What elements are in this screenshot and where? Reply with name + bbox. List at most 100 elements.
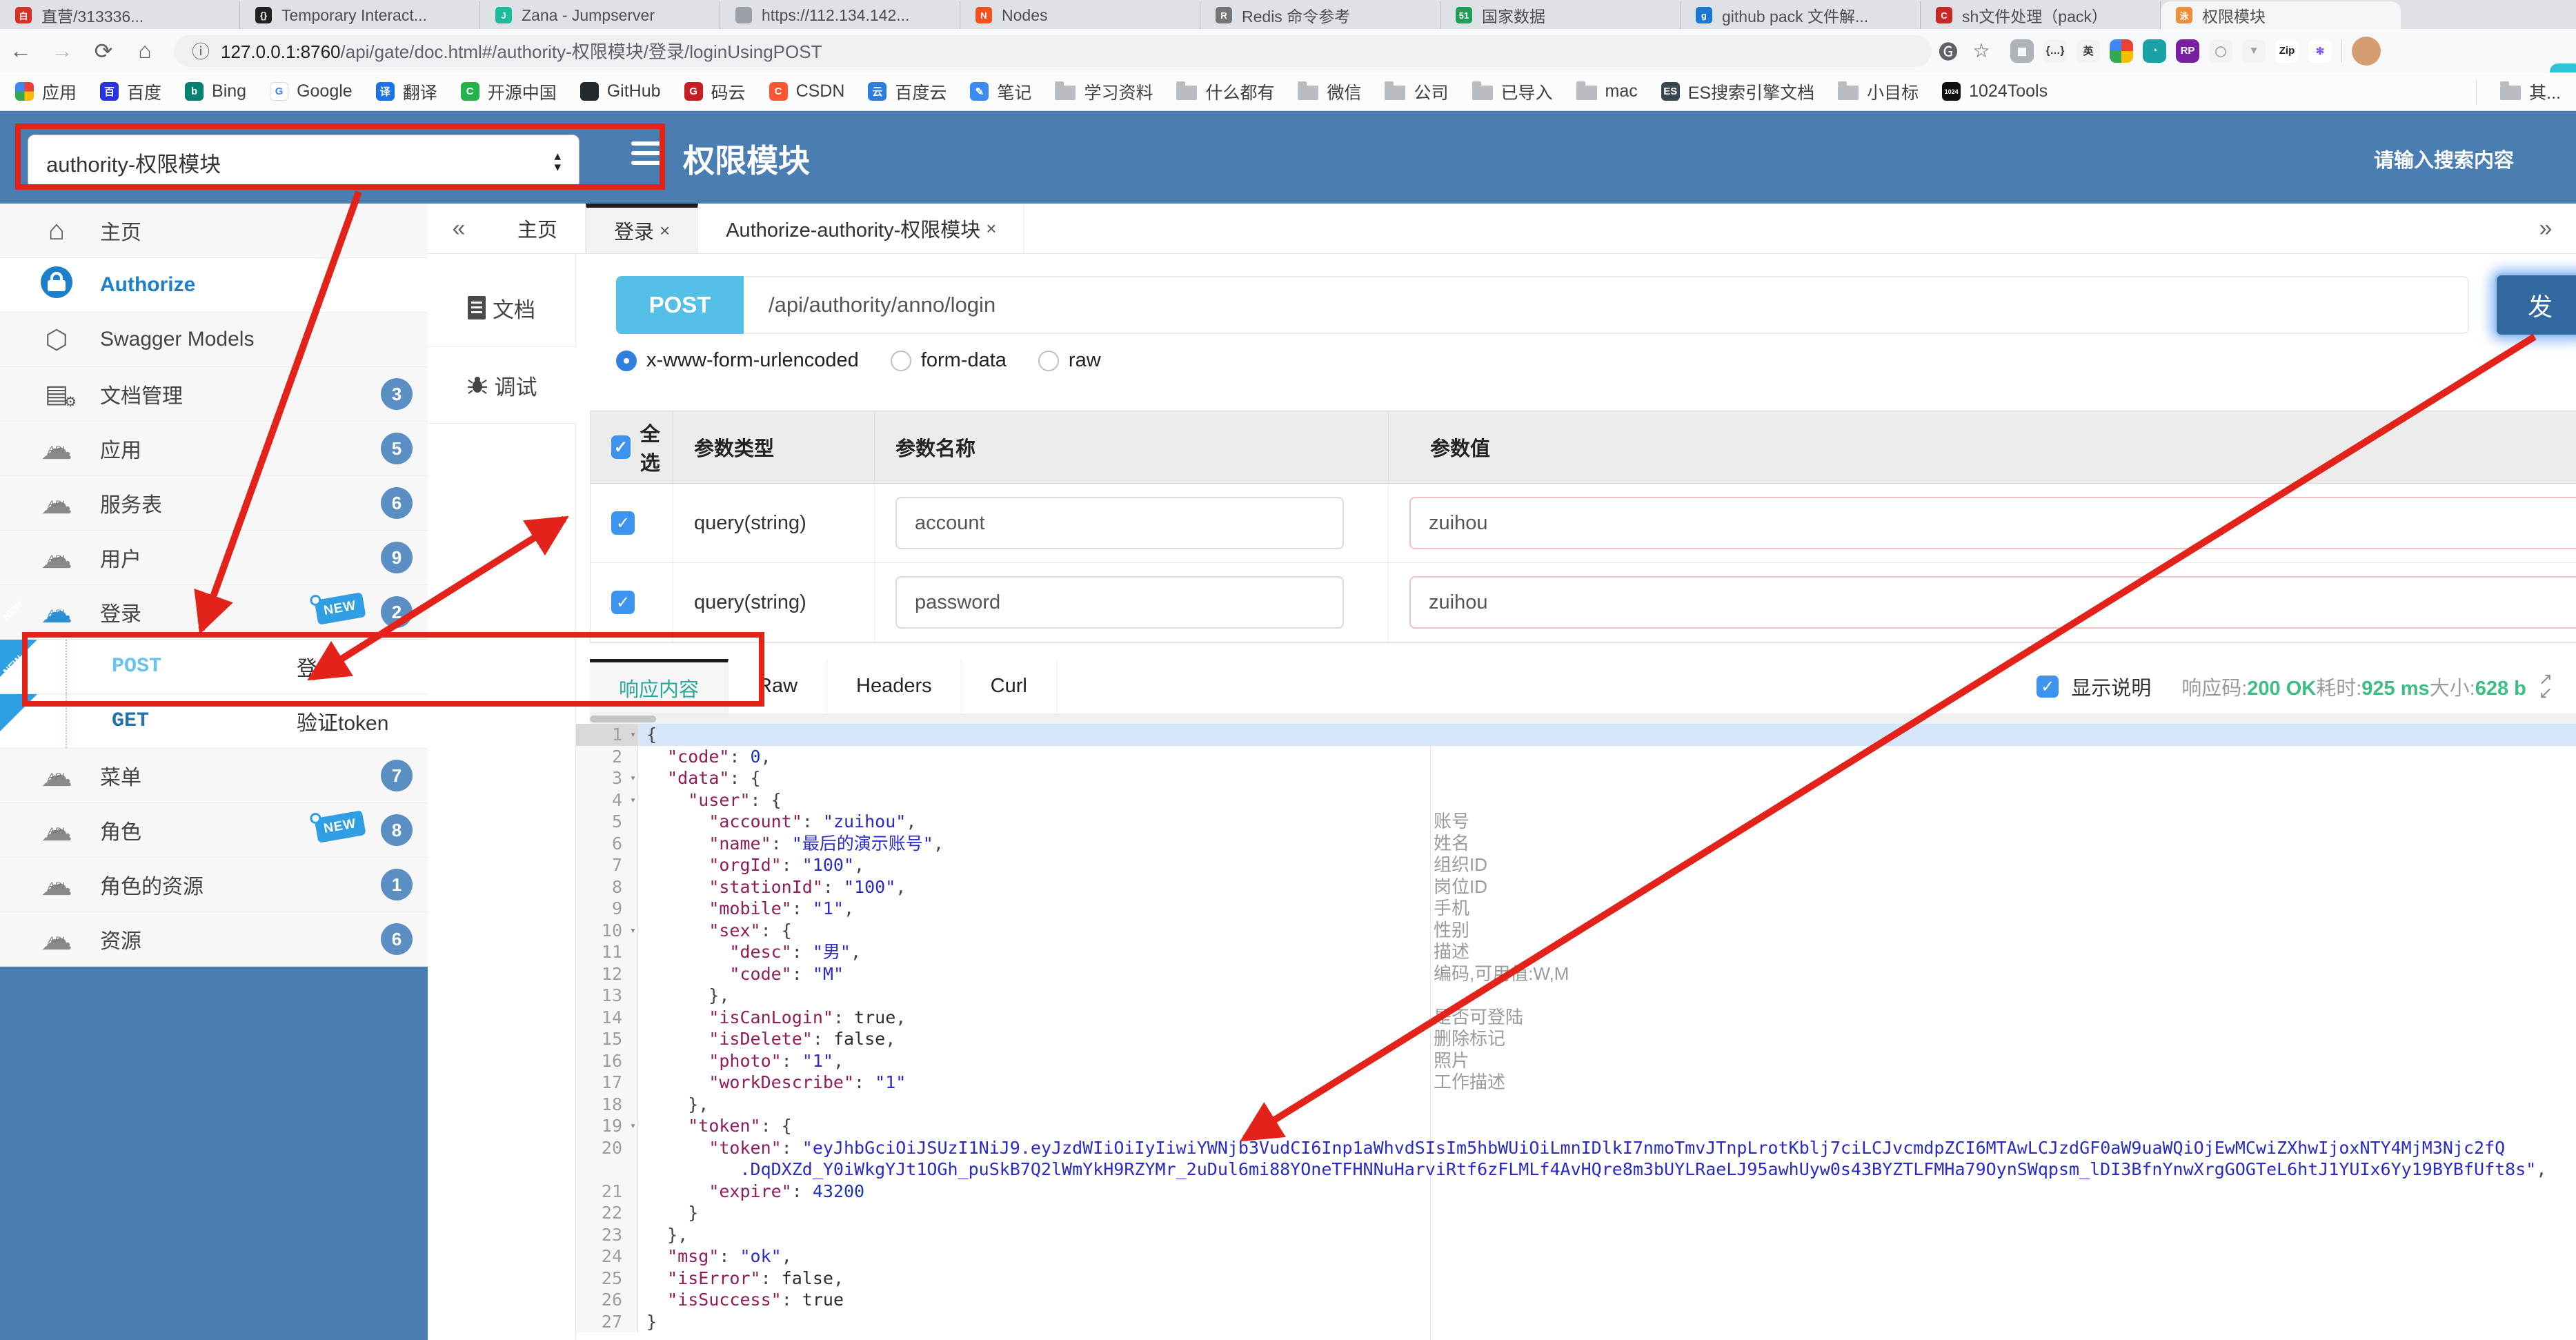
param-name-input[interactable]: password <box>895 576 1344 629</box>
translate-en-extension[interactable]: 英 <box>2077 39 2100 63</box>
content-tab[interactable]: Authorize-authority-权限模块 × <box>698 204 1025 253</box>
fullscreen-icon[interactable]: ↗ ↙ <box>2539 671 2553 702</box>
braces-extension[interactable]: {…} <box>2043 39 2067 63</box>
bookmark-star-icon[interactable]: ☆ <box>1965 39 1998 62</box>
rp-extension[interactable]: RP <box>2176 39 2199 63</box>
forward-icon[interactable]: → <box>41 38 83 63</box>
browser-tab[interactable]: Csh文件处理（pack） <box>1921 1 2161 29</box>
profile-avatar[interactable] <box>2352 36 2381 66</box>
response-tab[interactable]: Curl <box>962 659 1057 713</box>
bookmark-item[interactable]: 应用 <box>15 79 77 104</box>
home-icon[interactable]: ⌂ <box>124 38 166 63</box>
close-tab-icon[interactable]: × <box>986 218 996 239</box>
param-value-input[interactable]: zuihou <box>1409 497 2576 549</box>
browser-tab[interactable]: J Zana - Jumpserver <box>480 1 720 29</box>
gitzip-extension[interactable]: Zip <box>2275 39 2299 63</box>
content-tab[interactable]: 登录 × <box>586 204 699 253</box>
sidebar-item[interactable]: ⬡ Swagger Models <box>0 313 428 367</box>
bookmark-item[interactable]: GitHub <box>579 81 661 101</box>
sidebar-item[interactable]: ☁ API 应用 5 <box>0 422 428 476</box>
sidebar-item[interactable]: ☁ API 用户 9 <box>0 531 428 585</box>
bookmark-item[interactable]: 译翻译 <box>375 79 437 104</box>
sidebar-item[interactable]: ☁ API 角色 NEW 8 <box>0 803 428 858</box>
translate-page-icon[interactable]: 🅖 <box>1932 37 1965 65</box>
param-checkbox[interactable]: ✓ <box>611 511 635 535</box>
param-name-input[interactable]: account <box>895 497 1344 549</box>
asterisk-extension[interactable]: ✻ <box>2308 39 2332 63</box>
bookmark-item[interactable]: 1024 1024Tools <box>1942 81 2048 101</box>
color-wheel-extension[interactable] <box>2110 39 2133 63</box>
bookmark-item[interactable]: G Google <box>270 81 353 101</box>
bookmarks-overflow[interactable]: 其... <box>2500 79 2561 104</box>
tab-overflow-icon[interactable]: » <box>2525 204 2566 254</box>
sidebar-item[interactable]: ☁ API 角色的资源 1 <box>0 858 428 912</box>
bookmark-item[interactable]: 云百度云 <box>868 79 947 104</box>
response-tab[interactable]: Headers <box>827 659 962 713</box>
address-bar[interactable]: ⓘ 127.0.0.1:8760/api/gate/doc.html#/auth… <box>174 35 1932 67</box>
json-response-editor[interactable]: 1 ▾{2 "code": 0, 3 ▾ "data": {4 ▾ "user": {5… <box>576 724 2576 1340</box>
fold-arrow-icon[interactable]: ▾ <box>630 789 636 811</box>
tab-debug[interactable]: 调试 <box>428 346 576 424</box>
bookmark-item[interactable]: 微信 <box>1298 79 1361 104</box>
download-extension[interactable]: ▼ <box>2242 39 2266 63</box>
menu-toggle-icon[interactable] <box>631 141 662 172</box>
grid-extension[interactable]: ▦ <box>2010 39 2034 63</box>
show-desc-checkbox[interactable]: ✓ <box>2037 676 2059 698</box>
body-type-option[interactable]: x-www-form-urlencoded <box>616 349 859 372</box>
param-checkbox[interactable]: ✓ <box>611 591 635 614</box>
sidebar-endpoint-get[interactable]: NEW GET 验证token <box>0 653 428 749</box>
browser-tab[interactable]: https://112.134.142... <box>720 1 960 29</box>
globe-extension[interactable]: ◔ <box>2143 39 2166 63</box>
bookmark-item[interactable]: 公司 <box>1385 79 1449 104</box>
response-tab[interactable]: Raw <box>729 659 828 713</box>
send-button[interactable]: 发 <box>2495 273 2576 337</box>
bookmark-item[interactable]: 学习资料 <box>1055 79 1153 104</box>
response-tab[interactable]: 响应内容 <box>590 659 729 713</box>
sidebar-item[interactable]: Authorize <box>0 258 428 313</box>
fold-arrow-icon[interactable]: ▾ <box>630 1115 636 1137</box>
sidebar-item[interactable]: ☁ API 登录 NEW 2 <box>0 585 428 640</box>
tab-document[interactable]: 文档 <box>428 269 575 346</box>
bookmark-item[interactable]: b Bing <box>185 81 246 101</box>
fold-arrow-icon[interactable]: ▾ <box>630 724 636 746</box>
bookmark-item[interactable]: ✎ 笔记 <box>970 79 1031 104</box>
fold-arrow-icon[interactable]: ▾ <box>630 767 636 789</box>
sidebar-item[interactable]: ⌂ 主页 <box>0 204 428 258</box>
fold-arrow-icon[interactable]: ▾ <box>630 920 636 942</box>
bookmark-item[interactable]: ES ES搜索引擎文档 <box>1661 79 1814 104</box>
module-select[interactable]: authority-权限模块 ▴ ▾ <box>28 135 579 190</box>
browser-tab[interactable]: R Redis 命令参考 <box>1200 1 1440 29</box>
site-info-icon[interactable]: ⓘ <box>192 38 210 63</box>
content-tab[interactable]: 主页 <box>490 204 586 253</box>
browser-tab[interactable]: {} Temporary Interact... <box>240 1 480 29</box>
browser-tab[interactable]: 51 国家数据 <box>1440 1 1681 29</box>
close-tab-icon[interactable]: × <box>660 220 670 242</box>
bookmark-item[interactable]: C CSDN <box>769 81 844 101</box>
horizontal-scrollbar[interactable] <box>590 714 2576 724</box>
search-input[interactable]: 请输入搜索内容 <box>2374 144 2514 173</box>
body-type-option[interactable]: form-data <box>890 349 1007 372</box>
bookmark-item[interactable]: G 码云 <box>684 79 746 104</box>
select-all-checkbox[interactable]: ✓ <box>611 435 631 459</box>
browser-tab[interactable]: N Nodes <box>960 1 1200 29</box>
sidebar-item[interactable]: ▤ ⚙ 文档管理 3 <box>0 367 428 422</box>
bookmark-item[interactable]: mac <box>1576 81 1638 101</box>
browser-tab[interactable]: g github pack 文件解... <box>1681 1 1921 29</box>
sidebar-item[interactable]: ☁ API 服务表 6 <box>0 476 428 531</box>
sidebar-item[interactable]: ☁ API 菜单 7 <box>0 749 428 803</box>
collapse-sidebar-icon[interactable]: « <box>428 204 490 253</box>
body-type-option[interactable]: raw <box>1038 349 1101 372</box>
bookmark-item[interactable]: 已导入 <box>1472 79 1553 104</box>
sidebar-item[interactable]: ☁ API 资源 6 <box>0 912 428 967</box>
reload-icon[interactable]: ⟳ <box>83 38 124 64</box>
param-value-input[interactable]: zuihou <box>1409 576 2576 629</box>
browser-tab[interactable]: 白直营/313336... <box>0 1 240 29</box>
ring-extension[interactable]: ◯ <box>2209 39 2232 63</box>
browser-tab[interactable]: 泳权限模块 <box>2161 1 2401 29</box>
sidebar-endpoint-post[interactable]: NEW POST 登录 <box>0 599 428 694</box>
bookmark-item[interactable]: 小目标 <box>1838 79 1919 104</box>
bookmark-item[interactable]: 什么都有 <box>1176 79 1274 104</box>
bookmark-item[interactable]: C 开源中国 <box>460 79 557 104</box>
back-icon[interactable]: ← <box>0 38 41 63</box>
bookmark-item[interactable]: 百百度 <box>100 79 161 104</box>
